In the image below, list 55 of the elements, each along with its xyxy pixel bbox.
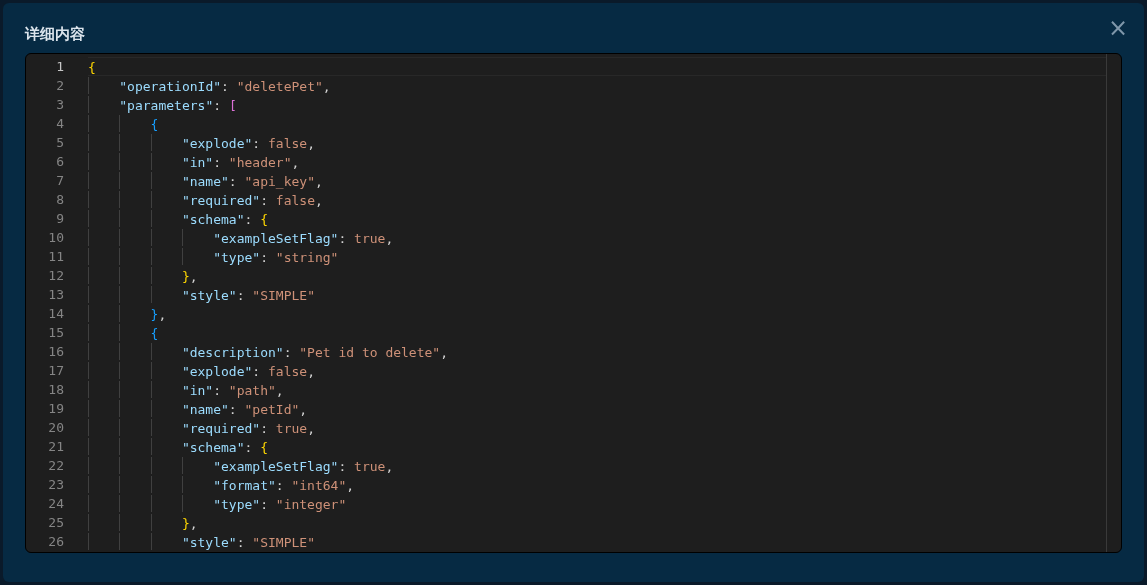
line-number: 1 [55,58,64,76]
line-number: 12 [47,267,64,285]
line-number: 17 [47,362,64,380]
line-number: 8 [55,191,64,209]
line-number: 15 [47,324,64,342]
code-line: "type": "string" [213,249,339,265]
code-line: "parameters": [ [119,97,237,113]
code-line: "style": "SIMPLE" [181,287,315,303]
code-line: "style": "SIMPLE" [181,534,315,550]
code-line: "schema": { [181,211,268,227]
code-line: "schema": { [181,439,268,455]
line-number: 20 [47,419,64,437]
code-line: "operationId": "deletePet", [119,78,331,94]
code-line: "explode": false, [181,363,315,379]
line-number: 22 [47,457,64,475]
line-number: 5 [55,134,64,152]
line-number: 25 [47,514,64,532]
line-number: 6 [55,153,64,171]
code-line: "exampleSetFlag": true, [213,458,394,474]
code-line: { [150,325,159,341]
line-number: 24 [47,495,64,513]
code-line: { [88,59,96,75]
line-number: 16 [47,343,64,361]
line-number: 14 [47,305,64,323]
code-line: "in": "path", [181,382,284,398]
line-number: 21 [47,438,64,456]
line-number: 18 [47,381,64,399]
dialog-title: 详细内容 [25,24,85,45]
code-line: "name": "petId", [181,401,308,417]
line-number: 4 [55,115,64,133]
code-line: "explode": false, [181,135,315,151]
code-line: "exampleSetFlag": true, [213,230,394,246]
line-number: 3 [55,96,64,114]
line-number: 7 [55,172,64,190]
code-line: }, [181,268,198,284]
line-number: 9 [55,210,64,228]
line-number: 10 [47,229,64,247]
code-line: "required": true, [181,420,315,436]
code-line: "format": "int64", [213,477,355,493]
line-number: 19 [47,400,64,418]
line-number: 13 [47,286,64,304]
code-line: "in": "header", [181,154,300,170]
line-number: 26 [47,533,64,551]
code-line: "name": "api_key", [181,173,323,189]
code-line: }, [181,515,198,531]
code-line: { [150,116,159,132]
code-line: "type": "integer" [213,496,347,512]
code-line: "required": false, [181,192,323,208]
code-line: }, [150,306,167,322]
line-number: 11 [47,248,64,266]
line-number: 23 [47,476,64,494]
code-editor[interactable] [25,53,1122,553]
close-button[interactable]: × [1107,16,1128,40]
line-number: 2 [55,77,64,95]
code-line: "description": "Pet id to delete", [181,344,448,360]
